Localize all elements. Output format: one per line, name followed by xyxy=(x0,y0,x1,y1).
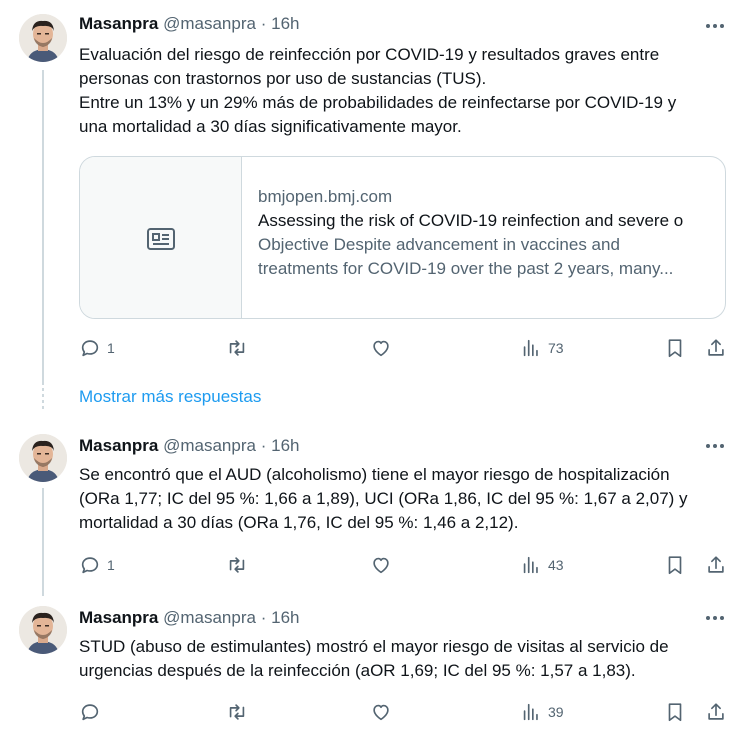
author-name[interactable]: Masanpra xyxy=(79,436,158,455)
reply-icon xyxy=(81,340,99,357)
timestamp[interactable]: 16h xyxy=(271,436,299,455)
card-description: Objective Despite advancement in vaccine… xyxy=(258,235,620,254)
retweet-icon xyxy=(229,557,245,573)
share-icon xyxy=(708,339,724,356)
views-chart-icon xyxy=(523,339,538,357)
bookmark-button[interactable] xyxy=(664,553,686,577)
reply-button[interactable]: 1 xyxy=(79,336,115,360)
reply-icon xyxy=(81,557,99,574)
bookmark-icon xyxy=(668,703,682,722)
retweet-icon xyxy=(229,340,245,356)
retweet-button[interactable] xyxy=(226,336,254,360)
tweet-actions: 1 43 xyxy=(0,553,746,577)
reply-count: 1 xyxy=(107,557,115,573)
reply-button[interactable] xyxy=(79,700,107,724)
tweet[interactable]: Masanpra @masanpra · 16h STUD (abuso de … xyxy=(0,596,746,736)
views-chart-icon xyxy=(523,556,538,574)
heart-icon xyxy=(373,557,389,574)
bookmark-button[interactable] xyxy=(664,336,686,360)
link-card[interactable]: bmjopen.bmj.com Assessing the risk of CO… xyxy=(79,156,726,319)
avatar[interactable] xyxy=(19,14,67,62)
share-button[interactable] xyxy=(705,336,727,360)
timestamp[interactable]: 16h xyxy=(271,608,299,627)
retweet-icon xyxy=(229,704,245,720)
author-handle[interactable]: @masanpra xyxy=(163,608,256,627)
author-name[interactable]: Masanpra xyxy=(79,608,158,627)
separator-dot: · xyxy=(260,608,267,627)
article-icon xyxy=(146,227,175,250)
tweet-text: Evaluación del riesgo de reinfección por… xyxy=(79,43,745,139)
bookmark-button[interactable] xyxy=(664,700,686,724)
tweet-header: Masanpra @masanpra · 16h xyxy=(79,436,299,456)
share-icon xyxy=(708,703,724,720)
card-thumbnail xyxy=(80,157,242,318)
tweet-text-line: mortalidad a 30 días (ORa 1,76, IC del 9… xyxy=(79,513,519,532)
tweet-header: Masanpra @masanpra · 16h xyxy=(79,608,299,628)
like-button[interactable] xyxy=(370,553,398,577)
tweet-text-line: urgencias después de la reinfección (aOR… xyxy=(79,661,636,680)
card-description: treatments for COVID-19 over the past 2 … xyxy=(258,259,674,278)
avatar-image xyxy=(19,434,67,482)
views-chart-icon xyxy=(523,703,538,721)
tweet-text: Se encontró que el AUD (alcoholismo) tie… xyxy=(79,463,745,535)
author-handle[interactable]: @masanpra xyxy=(163,436,256,455)
tweet-text: STUD (abuso de estimulantes) mostró el m… xyxy=(79,635,745,683)
tweet-actions: 39 xyxy=(0,700,746,724)
card-title: Assessing the risk of COVID-19 reinfecti… xyxy=(258,211,684,230)
share-button[interactable] xyxy=(705,553,727,577)
more-dots-icon[interactable] xyxy=(702,608,728,628)
bookmark-icon xyxy=(668,339,682,358)
avatar-image xyxy=(19,14,67,62)
tweet[interactable]: Masanpra @masanpra · 16h Evaluación del … xyxy=(0,0,746,382)
tweet-text-line: STUD (abuso de estimulantes) mostró el m… xyxy=(79,637,669,656)
retweet-button[interactable] xyxy=(226,553,254,577)
timestamp[interactable]: 16h xyxy=(271,14,299,33)
more-dots-icon[interactable] xyxy=(702,436,728,456)
views-button[interactable]: 73 xyxy=(520,336,564,360)
avatar-image xyxy=(19,606,67,654)
tweet-text-line: personas con trastornos por uso de susta… xyxy=(79,69,487,88)
views-button[interactable]: 39 xyxy=(520,700,564,724)
more-dots-icon[interactable] xyxy=(702,16,728,36)
thread-gap-dots xyxy=(42,382,44,412)
tweet-text-line: Entre un 13% y un 29% más de probabilida… xyxy=(79,93,677,112)
tweet-text-line: una mortalidad a 30 días significativame… xyxy=(79,117,462,136)
tweet-text-line: Evaluación del riesgo de reinfección por… xyxy=(79,45,660,64)
heart-icon xyxy=(373,340,389,357)
author-handle[interactable]: @masanpra xyxy=(163,14,256,33)
reply-count: 1 xyxy=(107,340,115,356)
views-count: 43 xyxy=(548,557,564,573)
share-button[interactable] xyxy=(705,700,727,724)
heart-icon xyxy=(373,704,389,721)
show-more-replies-link[interactable]: Mostrar más respuestas xyxy=(79,386,261,408)
author-name[interactable]: Masanpra xyxy=(79,14,158,33)
tweet-text-line: Se encontró que el AUD (alcoholismo) tie… xyxy=(79,465,670,484)
like-button[interactable] xyxy=(370,700,398,724)
share-icon xyxy=(708,556,724,573)
views-button[interactable]: 43 xyxy=(520,553,564,577)
avatar[interactable] xyxy=(19,434,67,482)
tweet[interactable]: Masanpra @masanpra · 16h Se encontró que… xyxy=(0,422,746,592)
card-text: bmjopen.bmj.com Assessing the risk of CO… xyxy=(258,185,710,281)
tweet-header: Masanpra @masanpra · 16h xyxy=(79,14,299,34)
tweet-text-line: (ORa 1,77; IC del 95 %: 1,66 a 1,89), UC… xyxy=(79,489,688,508)
views-count: 73 xyxy=(548,340,564,356)
separator-dot: · xyxy=(260,14,267,33)
separator-dot: · xyxy=(260,436,267,455)
card-domain: bmjopen.bmj.com xyxy=(258,187,393,206)
retweet-button[interactable] xyxy=(226,700,254,724)
avatar[interactable] xyxy=(19,606,67,654)
reply-icon xyxy=(81,704,99,721)
tweet-actions: 1 73 xyxy=(0,336,746,360)
reply-button[interactable]: 1 xyxy=(79,553,115,577)
views-count: 39 xyxy=(548,704,564,720)
bookmark-icon xyxy=(668,556,682,575)
like-button[interactable] xyxy=(370,336,398,360)
